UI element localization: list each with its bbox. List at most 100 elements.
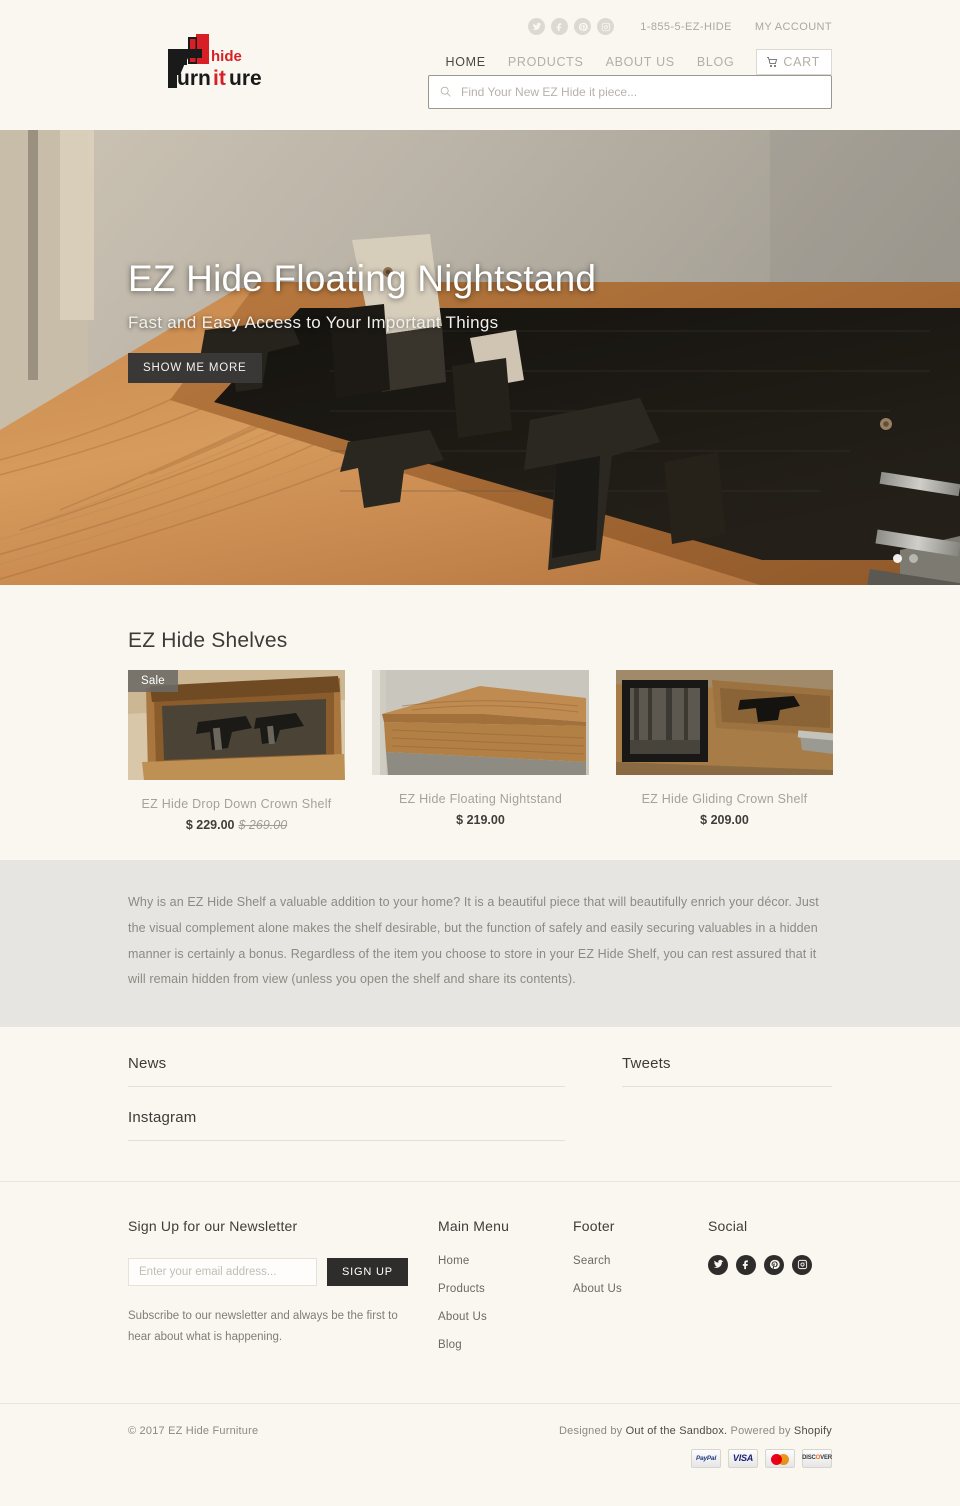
product-price-compare-1: $ 269.00 [238,818,288,833]
credits-prefix: Designed by [559,1424,626,1437]
tweets-heading: Tweets [622,1055,832,1087]
nav-item-products[interactable]: PRODUCTS [508,55,584,69]
discover-icon: DISC O VER [802,1448,832,1468]
svg-text:ure: ure [229,67,262,90]
product-price-current-2: $ 219.00 [456,813,505,828]
visa-icon: VISA [728,1448,758,1468]
hero-dot-2[interactable] [909,554,918,563]
header-phone-link[interactable]: 1-855-5-EZ-HIDE [640,21,732,33]
product-title-3[interactable]: EZ Hide Gliding Crown Shelf [616,791,833,807]
products-section-title: EZ Hide Shelves [128,629,288,652]
main-menu-heading: Main Menu [438,1217,510,1234]
hero-content: EZ Hide Floating Nightstand Fast and Eas… [128,258,596,383]
social-heading: Social [708,1217,748,1234]
footer-link-home[interactable]: Home [438,1255,573,1267]
about-band: Why is an EZ Hide Shelf a valuable addit… [0,860,960,1027]
about-text: Why is an EZ Hide Shelf a valuable addit… [128,895,819,987]
footer-main-menu-column: Main Menu Home Products About Us Blog [438,1218,573,1367]
sale-badge: Sale [128,670,178,692]
footer-link-about-us[interactable]: About Us [438,1311,573,1323]
hero-cta-button[interactable]: SHOW ME MORE [128,352,262,383]
newsletter-note: Subscribe to our newsletter and always b… [128,1309,398,1344]
main-navigation: HOME PRODUCTS ABOUT US BLOG CART [424,49,832,75]
nav-item-blog[interactable]: BLOG [697,55,735,69]
site-footer: Sign Up for our Newsletter SIGN UP Subsc… [0,1181,960,1506]
pinterest-icon[interactable] [574,18,592,35]
product-card[interactable]: EZ Hide Floating Nightstand $ 219.00 [372,670,589,832]
twitter-icon[interactable] [708,1254,728,1275]
credits-platform-link[interactable]: Shopify [794,1425,832,1437]
products-section: EZ Hide Shelves Sale EZ Hide Drop Down C… [0,585,960,861]
product-price-3: $ 209.00 [616,813,833,827]
my-account-link[interactable]: MY ACCOUNT [755,21,832,33]
product-grid: Sale EZ Hide Drop Down Crown Shelf $ 229… [128,670,833,832]
newsletter-signup-button[interactable]: SIGN UP [327,1257,408,1286]
hero-title: EZ Hide Floating Nightstand [128,258,597,299]
twitter-icon[interactable] [528,18,546,35]
pinterest-icon[interactable] [764,1254,784,1275]
product-price-current-3: $ 209.00 [700,813,749,828]
facebook-icon[interactable] [551,18,569,35]
paypal-icon: PayPal [691,1448,721,1468]
footer-link-products[interactable]: Products [438,1283,573,1295]
footer-link-about-us-2[interactable]: About Us [573,1283,708,1295]
product-image-3[interactable] [616,670,833,775]
product-card[interactable]: EZ Hide Gliding Crown Shelf $ 209.00 [616,670,833,832]
newsletter-email-input[interactable] [128,1257,317,1286]
site-header: hide urn it ure 1-855-5-EZ-HIDE MY ACCOU… [0,0,960,130]
header-social-list [528,18,615,35]
hero-slider-dots [893,554,918,563]
footer-social-column: Social [708,1218,832,1367]
feeds-section: News Instagram Tweets [0,1026,960,1182]
search-input[interactable] [428,75,832,109]
footer-bottom-bar: © 2017 EZ Hide Furniture Designed by Out… [0,1402,960,1506]
product-card[interactable]: Sale EZ Hide Drop Down Crown Shelf $ 229… [128,670,345,832]
floating-nightstand-image [372,670,589,775]
footer-link-blog[interactable]: Blog [438,1339,573,1351]
product-price-current-1: $ 229.00 [185,818,235,833]
search-icon [440,86,451,97]
cart-label: CART [783,55,820,69]
facebook-icon[interactable] [736,1254,756,1275]
hero-dot-1[interactable] [893,554,902,563]
svg-text:it: it [213,67,226,90]
footer-link-search[interactable]: Search [573,1255,708,1267]
nav-item-about-us[interactable]: ABOUT US [606,55,675,69]
svg-text:urn: urn [177,67,211,90]
nav-item-home[interactable]: HOME [446,55,486,69]
footer-social-list [708,1254,832,1275]
product-price-2: $ 219.00 [372,813,589,827]
newsletter-form: SIGN UP [128,1257,438,1286]
feeds-right-column: Tweets [622,1055,832,1087]
hero-slider[interactable]: EZ Hide Floating Nightstand Fast and Eas… [0,130,960,585]
gliding-crown-shelf-image [616,670,833,775]
instagram-icon[interactable] [597,18,615,35]
footer-secondary-menu-column: Footer Search About Us [573,1218,708,1367]
cart-button[interactable]: CART [756,49,832,75]
news-heading: News [128,1055,565,1087]
svg-text:hide: hide [211,48,242,65]
search-container [428,75,832,109]
product-title-2[interactable]: EZ Hide Floating Nightstand [372,791,589,807]
copyright-text: © 2017 EZ Hide Furniture [128,1424,259,1437]
page-root: hide urn it ure 1-855-5-EZ-HIDE MY ACCOU… [0,0,960,1506]
credits-mid: Powered by [727,1424,794,1437]
logo-graphic: hide urn it ure [168,34,262,90]
feeds-left-column: News Instagram [128,1055,565,1141]
hero-subtitle: Fast and Easy Access to Your Important T… [128,312,499,332]
instagram-heading: Instagram [128,1109,565,1141]
mastercard-icon [765,1448,795,1468]
product-price-1: $ 229.00 $ 269.00 [128,818,345,832]
site-logo[interactable]: hide urn it ure [165,32,275,90]
instagram-icon[interactable] [792,1254,812,1275]
cart-icon [767,57,778,68]
footer-menu-heading: Footer [573,1217,615,1234]
product-title-1[interactable]: EZ Hide Drop Down Crown Shelf [128,796,345,812]
header-utility-row: 1-855-5-EZ-HIDE MY ACCOUNT [528,18,832,35]
product-image-2[interactable] [372,670,589,775]
footer-newsletter-column: Sign Up for our Newsletter SIGN UP Subsc… [128,1218,438,1367]
credits-text: Designed by Out of the Sandbox. Powered … [559,1425,832,1437]
newsletter-heading: Sign Up for our Newsletter [128,1217,298,1234]
payment-methods-list: PayPal VISA DISC O VER [691,1448,832,1468]
credits-designer-link[interactable]: Out of the Sandbox. [626,1425,728,1437]
